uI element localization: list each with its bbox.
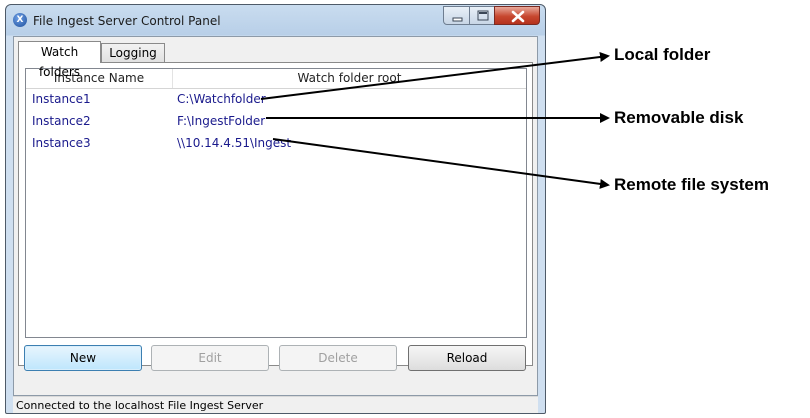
callout-remote-file-system: Remote file system — [614, 175, 769, 194]
callout-arrow-remote-file-system — [272, 138, 610, 189]
callout-local-folder: Local folder — [614, 45, 711, 64]
callout-arrow-local-folder — [260, 52, 610, 100]
tab-watch-folders[interactable]: Watch folders — [18, 41, 101, 79]
callout-removable-disk: Removable disk — [614, 108, 744, 127]
